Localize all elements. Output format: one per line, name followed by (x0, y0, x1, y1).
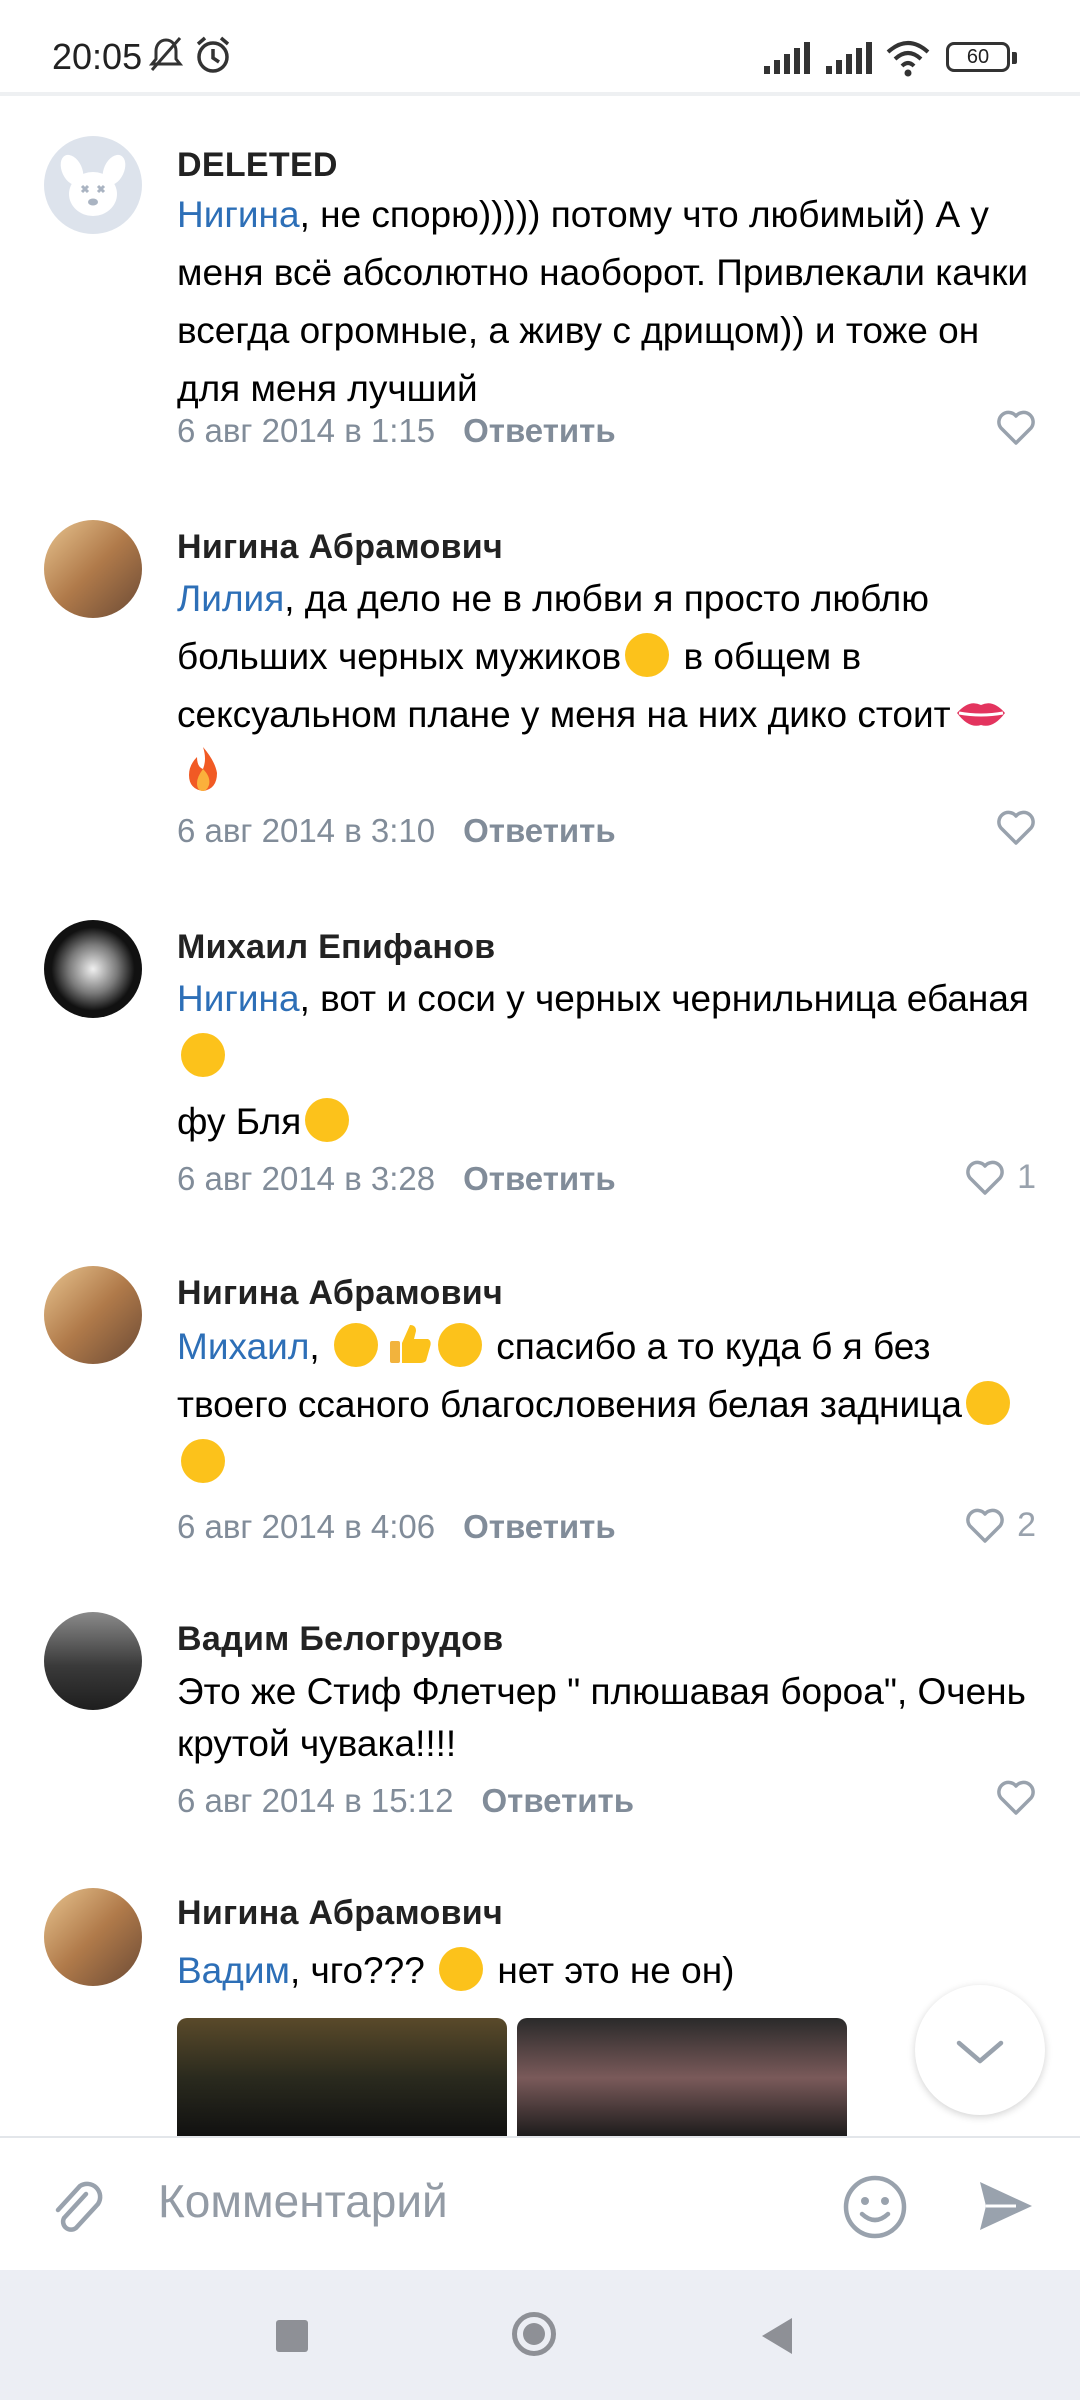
comment-author[interactable]: Вадим Белогрудов (177, 1620, 503, 1659)
heart-icon (966, 1160, 1004, 1195)
like-count: 2 (1017, 1506, 1036, 1544)
mention-link[interactable]: Михаил (177, 1326, 309, 1367)
comment-body-1: , вот и соси у черных чернильница ебаная (299, 978, 1029, 1019)
heart-icon (966, 1508, 1004, 1543)
signal-icon-2 (826, 42, 872, 74)
comment-body-1: , чго??? (289, 1950, 425, 1991)
tongue-emoji-icon (965, 1381, 1010, 1425)
author-avatar[interactable] (44, 920, 142, 1018)
author-avatar[interactable] (44, 520, 142, 618)
comment-meta: 6 авг 2014 в 1:15 Ответить (177, 412, 616, 450)
alarm-icon (196, 36, 230, 73)
comment-date: 6 авг 2014 в 3:28 (177, 1160, 436, 1197)
comment-text: Лилия, да дело не в любви я просто люблю… (177, 570, 1037, 802)
signal-icon-1 (764, 42, 810, 74)
reply-button[interactable]: Ответить (481, 1782, 634, 1819)
comment-date: 6 авг 2014 в 3:10 (177, 812, 436, 849)
comment-meta: 6 авг 2014 в 15:12 Ответить (177, 1782, 634, 1820)
comment-date: 6 авг 2014 в 15:12 (177, 1782, 454, 1819)
comment-author[interactable]: DELETED (177, 146, 338, 185)
home-dot (523, 2323, 545, 2345)
comment-composer: Комментарий (0, 2136, 1080, 2272)
like-button[interactable]: 2 (965, 1506, 1036, 1545)
home-button[interactable] (512, 2312, 556, 2356)
comment-text: Михаил, спасибо а то куда б я без твоего… (177, 1318, 1037, 1492)
comment-date: 6 авг 2014 в 1:15 (177, 412, 436, 449)
comment-input[interactable]: Комментарий (158, 2174, 448, 2228)
author-avatar[interactable] (44, 1612, 142, 1710)
comment-meta: 6 авг 2014 в 3:28 Ответить (177, 1160, 616, 1198)
battery-tip (1012, 52, 1017, 64)
mention-link[interactable]: Лилия (177, 578, 284, 619)
unamused-emoji-icon (305, 1098, 350, 1142)
attachment-image[interactable] (517, 2018, 847, 2138)
comment-body: , не спорю))))) потому что любимый) А у … (177, 194, 1029, 409)
wifi-icon (886, 41, 930, 77)
mention-link[interactable]: Нигина (177, 978, 300, 1019)
comment-meta: 6 авг 2014 в 4:06 Ответить (177, 1508, 616, 1546)
comment-author[interactable]: Нигина Абрамович (177, 1274, 503, 1313)
like-button[interactable]: 1 (965, 1158, 1036, 1197)
author-avatar[interactable] (44, 1266, 142, 1364)
comment-text: Вадим, чго??? нет это не он) (177, 1942, 1037, 2000)
status-bar: 20:05 60 (0, 0, 1080, 92)
comment-text-line: фу Бля (177, 1093, 1037, 1151)
like-count: 1 (1017, 1158, 1036, 1196)
thumbs-up-emoji-icon (386, 1319, 431, 1363)
like-button[interactable] (996, 1780, 1036, 1816)
unamused-emoji-icon (181, 1033, 225, 1077)
like-button[interactable] (996, 810, 1036, 846)
reply-button[interactable]: Ответить (463, 1160, 616, 1197)
laughing-emoji-icon (439, 1947, 484, 1991)
comment-author[interactable]: Михаил Епифанов (177, 928, 495, 967)
reply-button[interactable]: Ответить (463, 812, 616, 849)
reply-button[interactable]: Ответить (463, 412, 616, 449)
grin-emoji-icon (333, 1323, 378, 1367)
comment-body-2: нет это не он) (487, 1950, 735, 1991)
like-button[interactable] (996, 410, 1036, 446)
heart-icon (997, 810, 1035, 845)
heart-icon (997, 410, 1035, 445)
lips-emoji-icon (955, 691, 1005, 735)
battery-icon: 60 (946, 42, 1010, 72)
comment-date: 6 авг 2014 в 4:06 (177, 1508, 436, 1545)
reply-button[interactable]: Ответить (463, 1508, 616, 1545)
tongue-emoji-icon (625, 633, 670, 677)
attachment-image[interactable] (177, 2018, 507, 2138)
comment-author[interactable]: Нигина Абрамович (177, 1894, 503, 1933)
comment-author[interactable]: Нигина Абрамович (177, 528, 503, 567)
comment-text: Это же Стиф Флетчер " плюшавая бороа", О… (177, 1671, 1026, 1764)
fire-emoji-icon (181, 745, 225, 791)
recent-apps-button[interactable] (276, 2320, 308, 2352)
attach-paperclip-icon[interactable] (46, 2176, 108, 2238)
heart-icon (997, 1780, 1035, 1815)
deleted-avatar[interactable] (44, 136, 142, 234)
mute-bell-icon (148, 37, 184, 71)
comment-meta: 6 авг 2014 в 3:10 Ответить (177, 812, 616, 850)
author-avatar[interactable] (44, 1888, 142, 1986)
comment-text: Нигина, вот и соси у черных чернильница … (177, 970, 1037, 1086)
header-divider (0, 92, 1080, 96)
comment-text: Нигина, не спорю))))) потому что любимый… (177, 186, 1037, 418)
send-icon[interactable] (976, 2176, 1036, 2236)
system-nav-bar (0, 2270, 1080, 2400)
comment-body-1: , (309, 1326, 320, 1367)
deleted-dog-icon (60, 154, 126, 216)
laughing-emoji-icon (437, 1323, 482, 1367)
chevron-down-icon (956, 2040, 1004, 2064)
scroll-down-button[interactable] (915, 1985, 1045, 2115)
mention-link[interactable]: Вадим (177, 1950, 290, 1991)
back-button[interactable] (758, 2316, 794, 2356)
status-time: 20:05 (52, 36, 143, 77)
emoji-picker-icon[interactable] (842, 2174, 908, 2240)
battery-level: 60 (966, 46, 990, 68)
comment-body-2: фу Бля (177, 1101, 302, 1142)
mention-link[interactable]: Нигина (177, 194, 300, 235)
laughing-emoji-icon (181, 1439, 225, 1483)
